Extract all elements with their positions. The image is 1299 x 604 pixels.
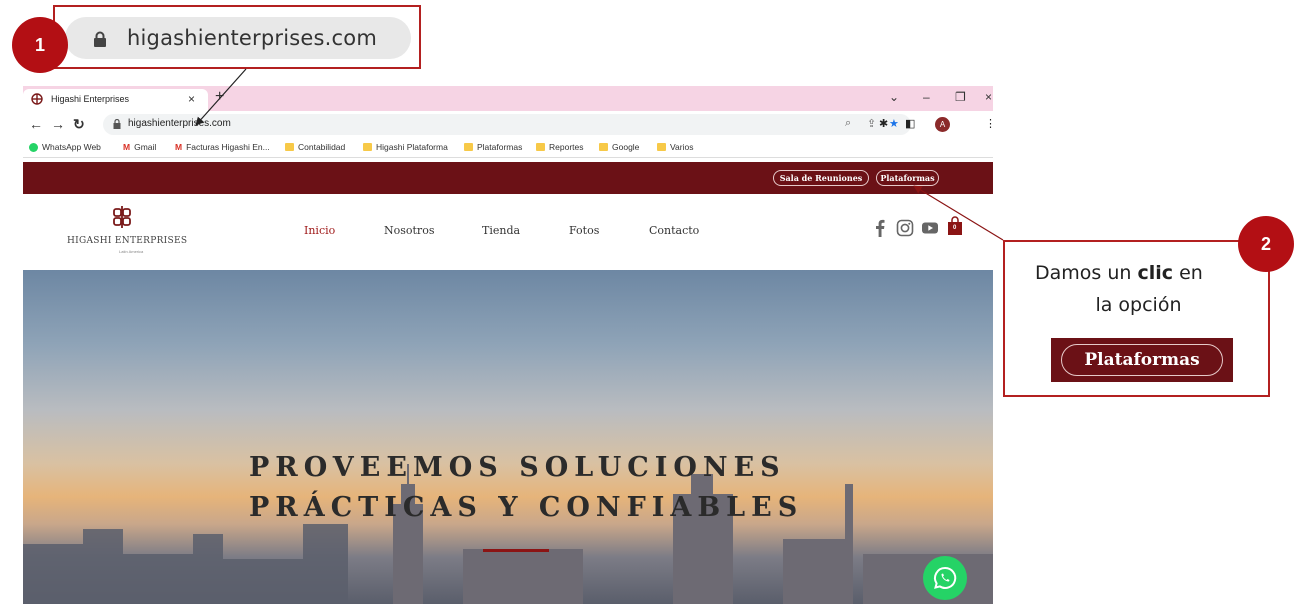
- bookmark-contabilidad[interactable]: Contabilidad: [285, 142, 345, 152]
- tab-search-chevron-icon[interactable]: ⌄: [889, 90, 899, 104]
- zoomed-url: higashienterprises.com: [127, 26, 377, 50]
- nav-contacto[interactable]: Contacto: [649, 224, 699, 237]
- minimize-icon[interactable]: –: [923, 90, 930, 104]
- nav-inicio[interactable]: Inicio: [304, 224, 335, 237]
- lock-icon: [94, 31, 106, 47]
- bookmark-whatsapp[interactable]: WhatsApp Web: [29, 142, 101, 152]
- bookmarks-bar: WhatsApp Web M Gmail M Facturas Higashi En…: [23, 138, 993, 158]
- site-favicon-icon: [31, 93, 43, 105]
- city-skyline-image: [23, 464, 993, 604]
- plataformas-button-example: Plataformas: [1061, 344, 1223, 376]
- bookmark-facturas[interactable]: M Facturas Higashi En...: [175, 142, 270, 152]
- browser-toolbar: ← → ↻ higashienterprises.com ⌕ ⇪ ★ ✱ ◧ A…: [23, 111, 993, 138]
- bookmark-reportes[interactable]: Reportes: [536, 142, 584, 152]
- hero-headline-line-1: PROVEEMOS SOLUCIONES: [249, 452, 786, 483]
- screenshot-root: Higashi Enterprises × + ⌄ – ❐ × ← → ↻ hi…: [0, 0, 1299, 604]
- hero-banner: PROVEEMOS SOLUCIONES PRÁCTICAS Y CONFIAB…: [23, 270, 993, 604]
- whatsapp-icon: [29, 142, 38, 152]
- folder-icon: [599, 143, 608, 151]
- step-badge-2: 2: [1238, 216, 1294, 272]
- gmail-icon: M: [123, 142, 131, 152]
- instruction-line-2: la opción: [1095, 294, 1182, 316]
- forward-icon[interactable]: →: [51, 116, 65, 132]
- facebook-icon[interactable]: [875, 219, 885, 237]
- whatsapp-icon: [934, 566, 957, 589]
- hero-divider: [483, 549, 549, 552]
- tab-strip: Higashi Enterprises × + ⌄ – ❐ ×: [23, 86, 993, 111]
- gmail-icon: M: [175, 142, 183, 152]
- tab-close-icon[interactable]: ×: [188, 92, 195, 106]
- close-window-icon[interactable]: ×: [985, 90, 992, 104]
- cart-count: 0: [953, 225, 957, 231]
- folder-icon: [536, 143, 545, 151]
- folder-icon: [285, 143, 294, 151]
- whatsapp-chat-button[interactable]: [923, 556, 967, 600]
- bookmark-plataformas[interactable]: Plataformas: [464, 142, 522, 152]
- share-icon[interactable]: ⇪: [867, 117, 876, 130]
- back-icon[interactable]: ←: [29, 116, 43, 132]
- restore-icon[interactable]: ❐: [955, 90, 966, 104]
- side-panel-icon[interactable]: ◧: [905, 117, 915, 130]
- lock-icon: [113, 119, 121, 129]
- zoomed-address-bar: higashienterprises.com: [65, 17, 411, 59]
- site-top-bar: Sala de Reuniones Plataformas: [23, 162, 993, 194]
- nav-fotos[interactable]: Fotos: [569, 224, 599, 237]
- hero-headline-line-2: PRÁCTICAS Y CONFIABLES: [249, 492, 804, 523]
- menu-dots-icon[interactable]: ⋮: [985, 117, 993, 130]
- nav-tienda[interactable]: Tienda: [482, 224, 520, 237]
- logo-subtitle: Latin America: [119, 249, 144, 254]
- folder-icon: [464, 143, 473, 151]
- plataformas-button[interactable]: Plataformas: [876, 170, 939, 186]
- instruction-callout: Damos un clic en la opción Plataformas: [1003, 240, 1270, 397]
- folder-icon: [363, 143, 372, 151]
- site-header: HIGASHI ENTERPRISES Latin America Inicio…: [23, 194, 993, 270]
- instruction-line-1: Damos un clic en: [1035, 262, 1203, 284]
- bookmark-varios[interactable]: Varios: [657, 142, 693, 152]
- tab-title: Higashi Enterprises: [51, 94, 130, 104]
- zoom-icon[interactable]: ⌕: [845, 117, 851, 130]
- cart-icon[interactable]: 0: [947, 216, 963, 236]
- extensions-icon[interactable]: ✱: [879, 117, 888, 130]
- browser-tab[interactable]: Higashi Enterprises ×: [23, 89, 208, 111]
- reload-icon[interactable]: ↻: [73, 116, 85, 133]
- profile-avatar[interactable]: A: [935, 117, 950, 132]
- browser-window: Higashi Enterprises × + ⌄ – ❐ × ← → ↻ hi…: [23, 86, 993, 604]
- zoomed-address-callout: higashienterprises.com: [53, 5, 421, 69]
- new-tab-button[interactable]: +: [215, 88, 224, 106]
- bookmark-google[interactable]: Google: [599, 142, 639, 152]
- nav-nosotros[interactable]: Nosotros: [384, 224, 434, 237]
- folder-icon: [657, 143, 666, 151]
- step-badge-1: 1: [12, 17, 68, 73]
- logo-name[interactable]: HIGASHI ENTERPRISES: [67, 236, 187, 246]
- sala-de-reuniones-button[interactable]: Sala de Reuniones: [773, 170, 869, 186]
- bookmark-star-icon[interactable]: ★: [889, 117, 899, 130]
- logo-icon[interactable]: [111, 206, 133, 228]
- address-bar[interactable]: higashienterprises.com ⌕ ⇪ ★: [103, 114, 911, 135]
- bookmark-higashi-plataforma[interactable]: Higashi Plataforma: [363, 142, 448, 152]
- address-bar-url: higashienterprises.com: [128, 118, 231, 129]
- plataformas-button-preview: Plataformas: [1051, 338, 1233, 382]
- youtube-icon[interactable]: [921, 219, 939, 237]
- instagram-icon[interactable]: [896, 219, 914, 237]
- bookmark-gmail[interactable]: M Gmail: [123, 142, 156, 152]
